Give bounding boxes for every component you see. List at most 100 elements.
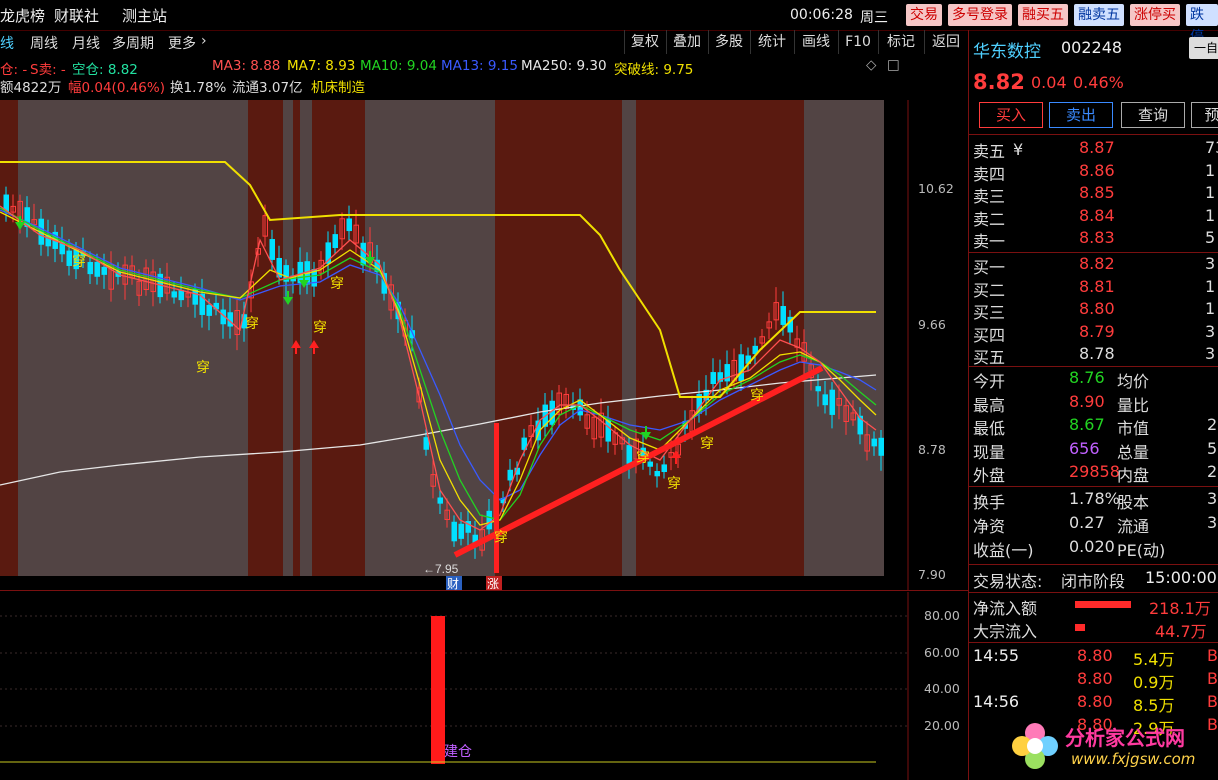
stat-value: 0.020	[1069, 537, 1115, 556]
sector-label[interactable]: 机床制造	[311, 76, 365, 96]
price-tick: 9.66	[918, 317, 946, 332]
sub-indicator-chart[interactable]: 建仓	[0, 592, 968, 780]
stat-label: 净资	[973, 517, 1006, 536]
background-band	[804, 100, 884, 576]
ask-price: 8.85	[1079, 183, 1115, 202]
back-button[interactable]: 返回	[924, 30, 967, 54]
ask-level-label: 卖四	[973, 164, 1006, 184]
sub-tick: 80.00	[924, 608, 960, 623]
tick-price: 8.80	[1077, 669, 1113, 688]
extra-button[interactable]: 预	[1191, 102, 1218, 128]
low-price-label: ←7.95	[423, 562, 459, 576]
f10-button[interactable]: F10	[838, 30, 877, 54]
statistics-button[interactable]: 统计	[750, 30, 793, 54]
tick-time: 14:56	[973, 692, 1020, 711]
sub-grid	[0, 615, 908, 727]
multi-login-button[interactable]: 多号登录	[948, 4, 1012, 26]
amount-value: 额4822万	[0, 80, 62, 96]
background-band	[312, 100, 365, 576]
candle-body	[346, 218, 352, 232]
chuan-marker: 穿	[667, 476, 681, 492]
margin-buy5-button[interactable]: 融买五	[1018, 4, 1068, 26]
mode-button[interactable]: 一自	[1189, 37, 1218, 59]
stat-label: 收益(一)	[973, 541, 1034, 560]
chuan-marker: 穿	[700, 436, 714, 452]
sub-tick: 20.00	[924, 718, 960, 733]
restore-rights-button[interactable]: 复权	[624, 30, 665, 54]
net-inflow-bar	[1075, 601, 1131, 608]
ask-price: 8.84	[1079, 205, 1115, 225]
window-icon[interactable]: □	[887, 57, 900, 73]
ma10-value: MA10: 9.04	[360, 58, 437, 74]
tab-multi-period[interactable]: 多周期	[112, 33, 154, 53]
chuan-marker: 穿	[196, 360, 210, 376]
ask-volume: 1	[1205, 205, 1216, 225]
buy-button[interactable]: 买入	[979, 102, 1043, 128]
sell-button[interactable]: 卖出	[1049, 102, 1113, 128]
divider	[969, 134, 1218, 135]
float-cap-value: 流通3.07亿	[232, 80, 303, 96]
nav-cailianshe[interactable]: 财联社	[54, 5, 99, 26]
chevron-right-icon[interactable]: ›	[201, 33, 207, 49]
zhang-tag: 涨	[487, 576, 499, 590]
overlay-button[interactable]: 叠加	[666, 30, 707, 54]
quote-panel: 华东数控 002248 一自 8.82 0.04 0.46% 买入 卖出 查询 …	[968, 30, 1218, 780]
kline-chart[interactable]: 穿穿穿 穿穿穿穿穿穿穿 ←7.95 财 涨	[0, 100, 968, 590]
bid-price: 8.79	[1079, 321, 1115, 341]
divider	[969, 486, 1218, 487]
nav-longhubang[interactable]: 龙虎榜	[0, 5, 45, 26]
candle-body	[507, 469, 513, 481]
trade-button[interactable]: 交易	[906, 4, 942, 26]
limit-up-buy-button[interactable]: 涨停买	[1130, 4, 1180, 26]
stat-label-2: 流通	[1117, 517, 1150, 536]
divider	[969, 366, 1218, 367]
stat-value-2: 2	[1207, 462, 1218, 481]
tick-side: B	[1207, 692, 1218, 711]
diamond-icon[interactable]: ◇	[866, 57, 876, 73]
bid-price: 8.82	[1079, 254, 1115, 273]
background-band	[18, 100, 248, 576]
mark-button[interactable]: 标记	[878, 30, 923, 54]
chuan-marker: 穿	[72, 254, 86, 270]
stat-value-2: 5	[1207, 438, 1218, 458]
limit-down-button[interactable]: 跌停	[1186, 4, 1218, 45]
tab-daily[interactable]: 线	[0, 33, 14, 53]
stat-label-2: 均价	[1117, 372, 1150, 391]
watermark-title: 分析家公式网	[1065, 726, 1185, 750]
draw-line-button[interactable]: 画线	[794, 30, 837, 54]
bid-price: 8.81	[1079, 276, 1115, 296]
tab-monthly[interactable]: 月线	[72, 33, 100, 53]
chuan-marker: 穿	[494, 530, 508, 546]
divider	[969, 642, 1218, 643]
tick-volume: 8.5万	[1133, 696, 1175, 715]
trade-status-label: 交易状态:	[973, 572, 1043, 591]
candle-body	[101, 266, 107, 275]
block-inflow-value: 44.7万	[1155, 622, 1207, 641]
candle-body	[206, 305, 212, 316]
nav-cezhuzhan[interactable]: 测主站	[122, 5, 167, 26]
tab-more[interactable]: 更多	[168, 33, 196, 53]
background-bands	[0, 100, 884, 576]
bid-level-label: 买五	[973, 348, 1006, 367]
s-sell-indicator: S卖: -	[30, 62, 66, 78]
multi-stock-button[interactable]: 多股	[708, 30, 749, 54]
ma3-value: MA3: 8.88	[212, 58, 281, 74]
stat-label: 最低	[973, 419, 1006, 438]
clock: 00:06:28	[790, 7, 853, 23]
margin-sell5-button[interactable]: 融卖五	[1074, 4, 1124, 26]
background-band	[636, 100, 676, 576]
stat-value: 0.27	[1069, 513, 1105, 532]
change-value: 幅0.04(0.46%)	[68, 80, 165, 96]
stat-label-2: 总量	[1117, 442, 1150, 462]
candle-body	[437, 497, 443, 504]
candle-body	[360, 242, 366, 266]
candle-body	[486, 510, 492, 530]
signal-bar	[494, 423, 499, 573]
tab-weekly[interactable]: 周线	[30, 33, 58, 53]
turnover-value: 换1.78%	[170, 80, 227, 96]
query-button[interactable]: 查询	[1121, 102, 1185, 128]
candle-body	[332, 234, 338, 249]
candle-body	[171, 291, 177, 298]
background-band	[676, 100, 804, 576]
candle-body	[297, 261, 303, 284]
